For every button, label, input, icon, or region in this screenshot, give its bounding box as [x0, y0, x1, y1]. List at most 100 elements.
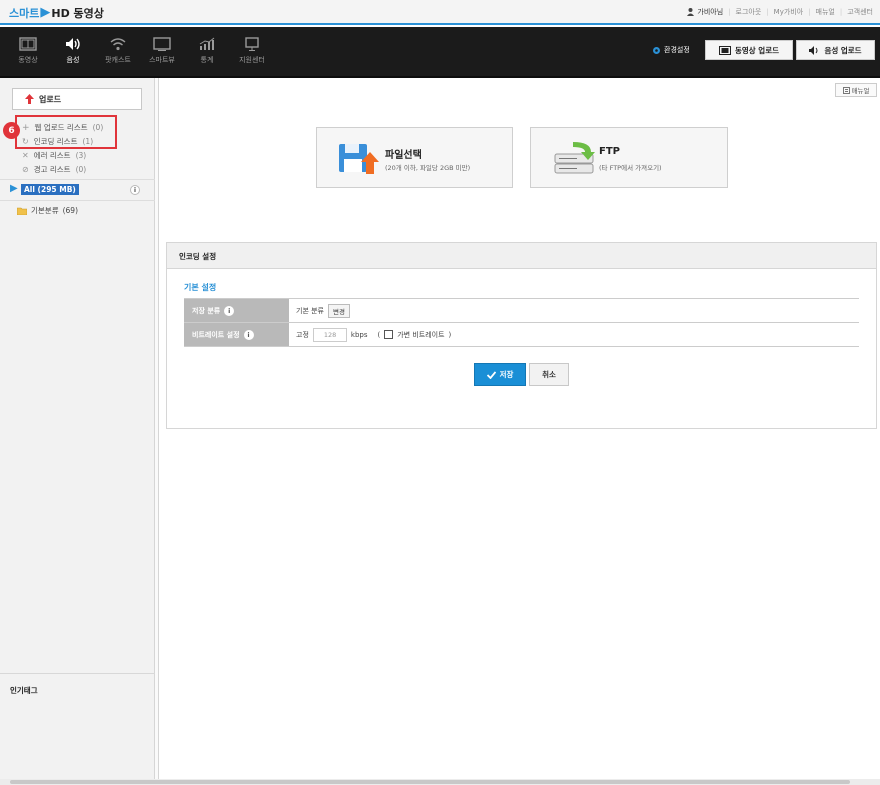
- save-label: 저장: [499, 370, 514, 379]
- bitrate-unit: kbps: [350, 330, 368, 339]
- list-item-error[interactable]: ✕ 에러 리스트 (3): [22, 150, 86, 161]
- upload-arrow-icon: [25, 94, 34, 104]
- nav-label-stats: 통계: [200, 56, 214, 64]
- app-logo[interactable]: 스마트 ▶ HD 동영상: [9, 5, 104, 21]
- ftp-server-icon: [554, 142, 595, 174]
- divider: |: [728, 8, 731, 16]
- nav-item-podcast[interactable]: 팟캐스트: [98, 37, 138, 65]
- screen-icon: [153, 37, 171, 51]
- manual-link[interactable]: 매뉴얼: [816, 7, 835, 17]
- info-icon[interactable]: i: [243, 329, 254, 340]
- divider: |: [839, 8, 843, 16]
- film-icon: [718, 45, 731, 55]
- step-badge: 6: [3, 122, 20, 139]
- top-bar: 스마트 ▶ HD 동영상 가비아님 | 로그아웃 | My가비아 | 매뉴얼 |…: [0, 0, 880, 25]
- scrollbar-thumb[interactable]: [10, 780, 850, 784]
- change-category-button[interactable]: 변경: [328, 303, 350, 318]
- list-label: 경고 리스트: [33, 165, 71, 174]
- category-value: 기본 분류: [296, 306, 324, 315]
- encoding-settings-panel: 인코딩 설정 기본 설정 저장 분류 i 기본 분류 변경 비트레이트 설정 i…: [166, 242, 877, 429]
- variable-bitrate-label: 가변 비트레이트: [397, 330, 445, 339]
- info-icon[interactable]: i: [130, 185, 140, 195]
- nav-label-video: 동영상: [18, 56, 38, 64]
- file-select-title: 파일선택: [385, 150, 422, 161]
- info-icon[interactable]: i: [224, 305, 235, 316]
- user-menu[interactable]: 가비아님: [687, 7, 723, 17]
- speaker-icon: [809, 45, 818, 55]
- paren-open: (: [377, 330, 381, 339]
- logo-text-smart: 스마트: [9, 7, 40, 20]
- wifi-icon: [110, 38, 126, 51]
- top-links: 가비아님 | 로그아웃 | My가비아 | 매뉴얼 | 고객센터: [687, 7, 873, 17]
- book-icon: [842, 86, 850, 94]
- bitrate-fixed-label: 고정: [296, 330, 309, 339]
- monitor-icon: [245, 37, 259, 51]
- nav-item-stats[interactable]: 통계: [187, 37, 227, 65]
- table-row: 비트레이트 설정 i 고정 128 kbps ( 가변 비트레이트 ): [184, 323, 859, 347]
- row-label: 비트레이트 설정 i: [184, 323, 289, 346]
- upload-audio-label: 음성 업로드: [824, 45, 862, 55]
- chart-icon: [199, 37, 215, 50]
- all-files-label: All (295 MB): [21, 184, 79, 195]
- popular-tags-panel: 인기태그: [0, 673, 155, 785]
- variable-bitrate-checkbox[interactable]: [384, 330, 394, 339]
- divider: |: [766, 8, 769, 16]
- speaker-icon: [66, 38, 80, 50]
- ftp-button[interactable]: FTP (타 FTP에서 가져오기): [530, 127, 728, 188]
- nav-item-video[interactable]: 동영상: [8, 37, 48, 65]
- nav-item-support[interactable]: 지원센터: [232, 37, 272, 65]
- sidebar-splitter[interactable]: [155, 78, 159, 785]
- folder-label: 기본분류: [31, 206, 59, 215]
- x-icon: ✕: [22, 150, 29, 160]
- all-files-row[interactable]: ▶ All (295 MB) i: [0, 179, 155, 201]
- row-label: 저장 분류 i: [184, 299, 289, 322]
- folder-icon: [17, 207, 27, 215]
- nav-label-support: 지원센터: [239, 56, 265, 64]
- settings-table: 저장 분류 i 기본 분류 변경 비트레이트 설정 i 고정 128 kbps …: [184, 298, 859, 347]
- support-link[interactable]: 고객센터: [847, 7, 873, 17]
- nav-item-audio[interactable]: 음성: [53, 37, 93, 65]
- logo-text-hd: HD 동영상: [51, 7, 104, 20]
- folder-item[interactable]: 기본분류 (69): [17, 205, 78, 216]
- nav-label-podcast: 팟캐스트: [105, 56, 131, 64]
- user-name: 가비아님: [697, 8, 724, 16]
- manual-button[interactable]: 매뉴얼: [835, 83, 877, 97]
- arrow-right-icon: ▶: [10, 183, 18, 194]
- logout-link[interactable]: 로그아웃: [736, 7, 762, 17]
- floppy-upload-icon: [339, 144, 379, 174]
- encoding-settings-header: 인코딩 설정: [167, 243, 876, 269]
- upload-label: 업로드: [39, 94, 62, 104]
- save-button[interactable]: 저장: [474, 363, 526, 386]
- user-icon: [687, 8, 695, 16]
- row-value: 고정 128 kbps ( 가변 비트레이트 ): [289, 323, 859, 346]
- my-gabia-link[interactable]: My가비아: [774, 7, 804, 17]
- list-label: 에러 리스트: [33, 151, 71, 160]
- category-label: 저장 분류: [192, 306, 221, 315]
- film-icon: [19, 37, 37, 51]
- ftp-title: FTP: [599, 146, 620, 157]
- nav-label-audio: 음성: [66, 56, 80, 64]
- upload-video-button[interactable]: 동영상 업로드: [705, 40, 793, 60]
- upload-button[interactable]: 업로드: [12, 88, 142, 110]
- highlight-box: [15, 115, 117, 149]
- popular-tags-title: 인기태그: [10, 686, 38, 695]
- paren-close: ): [448, 330, 452, 339]
- list-count: (0): [75, 165, 87, 174]
- horizontal-scrollbar[interactable]: [0, 779, 880, 785]
- settings-link[interactable]: 환경설정: [652, 45, 690, 55]
- check-icon: [486, 370, 496, 379]
- folder-count: (69): [62, 206, 79, 215]
- upload-audio-button[interactable]: 음성 업로드: [796, 40, 875, 60]
- logo-arrow-icon: ▶: [40, 5, 51, 20]
- upload-video-label: 동영상 업로드: [734, 45, 779, 55]
- settings-label: 환경설정: [664, 46, 690, 54]
- gear-icon: [653, 46, 660, 54]
- nav-label-smartview: 스마트뷰: [149, 56, 175, 64]
- nav-item-smartview[interactable]: 스마트뷰: [142, 37, 182, 65]
- cancel-button[interactable]: 취소: [529, 363, 569, 386]
- file-select-button[interactable]: 파일선택 (20개 이하, 파일당 2GB 미만): [316, 127, 513, 188]
- manual-label: 매뉴얼: [851, 87, 870, 95]
- list-count: (3): [75, 151, 87, 160]
- list-item-warning[interactable]: ⊘ 경고 리스트 (0): [22, 164, 86, 175]
- bitrate-input[interactable]: 128: [312, 327, 347, 342]
